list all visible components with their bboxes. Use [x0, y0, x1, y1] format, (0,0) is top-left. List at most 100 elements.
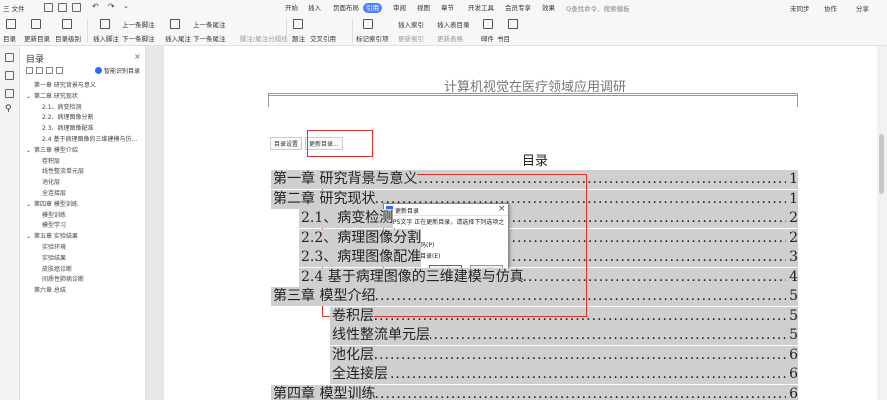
tab-developer[interactable]: 开发工具 — [465, 3, 497, 13]
close-icon[interactable]: × — [134, 52, 141, 61]
nav-item-label: 模型学习 — [42, 222, 67, 230]
prev-endnote-button[interactable]: 上一条尾注 — [193, 21, 226, 29]
update-table-button[interactable]: 更新表格 — [437, 35, 463, 43]
menu-bar: 三 文件 ↶ ↷ ⌄ 开始 插入 页面布局 引用 审阅 视图 章节 开发工具 会… — [0, 0, 887, 16]
preview-icon[interactable] — [72, 3, 81, 12]
expand-all-icon[interactable] — [26, 67, 33, 74]
add-heading-icon[interactable] — [46, 67, 53, 74]
bibliography-button[interactable]: 书目 — [497, 35, 510, 43]
sync-status[interactable]: 未同步 — [790, 3, 810, 13]
chevron-down-icon[interactable]: ⌄ — [26, 147, 31, 155]
toc-button[interactable]: 目录 — [3, 35, 16, 43]
close-icon[interactable]: × — [498, 204, 506, 214]
nav-item[interactable]: ⌄ 第三章 模型介绍 — [26, 147, 78, 155]
nav-item[interactable]: 池化层 — [42, 179, 60, 187]
tab-references[interactable]: 引用 — [363, 3, 382, 13]
file-menu[interactable]: 三 文件 — [3, 3, 25, 13]
ribbon-separator — [87, 19, 88, 43]
tab-page-layout[interactable]: 页面布局 — [330, 3, 362, 13]
toc-entry[interactable]: ........................................… — [271, 384, 798, 400]
toc-icon — [6, 19, 16, 29]
collaborate-button[interactable]: 协作 — [824, 3, 837, 13]
dialog-titlebar: 更新目录 × — [384, 204, 508, 216]
bookmark-icon[interactable] — [5, 89, 14, 98]
nav-item[interactable]: 2.2、病理图像分割 — [42, 114, 94, 122]
mark-index-button[interactable]: 标记索引项 — [356, 35, 389, 43]
nav-item[interactable]: 2.4 基于病理图像的三维建模与仿… — [42, 136, 137, 144]
prev-footnote-button[interactable]: 上一条脚注 — [122, 21, 155, 29]
share-button[interactable]: 分享 — [856, 3, 869, 13]
tab-sections[interactable]: 章节 — [438, 3, 457, 13]
toc-level-button[interactable]: 目录级别 — [55, 35, 81, 43]
customize-qat-icon[interactable]: ⌄ — [123, 2, 129, 10]
chevron-down-icon[interactable]: ⌄ — [26, 93, 31, 101]
nav-item[interactable]: ⌄ 第二章 研究现状 — [26, 93, 78, 101]
remove-heading-icon[interactable] — [56, 67, 63, 74]
chapter-nav-icon[interactable] — [5, 71, 14, 80]
nav-item[interactable]: 间质性肺病诊断 — [42, 276, 84, 284]
next-endnote-button[interactable]: 下一条尾注 — [193, 35, 226, 43]
mail-button[interactable]: 邮件 — [481, 35, 494, 43]
insert-footnote-button[interactable]: 插入脚注 — [93, 35, 119, 43]
nav-pane-title: 目录 — [26, 55, 45, 65]
nav-item[interactable]: ⌄ 第五章 实验结果 — [26, 233, 78, 241]
update-toc-ribbon-button[interactable]: 更新目录 — [24, 35, 50, 43]
toc-entry[interactable]: ........................................… — [330, 345, 798, 365]
toc-entry-text: 第二章 研究现状 — [271, 189, 376, 209]
nav-item[interactable]: 2.1、病变检测 — [42, 104, 82, 112]
undo-icon[interactable]: ↶ — [92, 2, 99, 11]
nav-item[interactable]: 实验结果 — [42, 255, 66, 263]
toc-settings-button[interactable]: 目录设置 — [270, 137, 303, 150]
tab-effects[interactable]: 效果 — [539, 3, 558, 13]
nav-item[interactable]: 模型训练 — [42, 212, 66, 220]
print-icon[interactable] — [58, 3, 67, 12]
nav-item[interactable]: ⌄ 第四章 模型训练 — [26, 201, 78, 209]
tab-insert[interactable]: 插入 — [305, 3, 324, 13]
vertical-scrollbar[interactable] — [877, 46, 887, 400]
save-icon[interactable] — [44, 3, 53, 12]
tab-member[interactable]: 会员专享 — [502, 3, 534, 13]
tab-review[interactable]: 审阅 — [390, 3, 409, 13]
cross-reference-button[interactable]: 交叉引用 — [310, 35, 336, 43]
toc-entry-text: 卷积层 — [330, 306, 374, 326]
ribbon-separator — [286, 19, 287, 43]
tab-home[interactable]: 开始 — [282, 3, 301, 13]
toc-entry-text: 第四章 模型训练 — [271, 384, 376, 400]
nav-item[interactable]: 2.3、病理图像配准 — [42, 125, 94, 133]
collapse-all-icon[interactable] — [36, 67, 43, 74]
footnote-separator-button[interactable]: 脚注/尾注分隔线 — [240, 35, 288, 43]
nav-item[interactable]: 模型学习 — [42, 222, 66, 230]
update-index-button[interactable]: 更新索引 — [398, 35, 424, 43]
scroll-thumb[interactable] — [879, 134, 884, 194]
nav-item-label: 池化层 — [42, 179, 61, 187]
nav-item[interactable]: 实验环境 — [42, 244, 66, 252]
insert-index-button[interactable]: 插入索引 — [398, 21, 424, 29]
chevron-down-icon[interactable]: ⌄ — [26, 201, 31, 209]
tab-view[interactable]: 视图 — [414, 3, 433, 13]
nav-item-label: 2.2、病理图像分割 — [42, 114, 94, 122]
next-footnote-button[interactable]: 下一条脚注 — [122, 35, 155, 43]
command-search[interactable]: Q查找命令、搜索模板 — [566, 3, 630, 13]
nav-item[interactable]: 第六章 总结 — [34, 287, 66, 295]
nav-item[interactable]: 全连接层 — [42, 190, 66, 198]
toc-entry[interactable]: ........................................… — [330, 326, 798, 345]
nav-item[interactable]: 皮肤癌诊断 — [42, 266, 72, 274]
caption-button[interactable]: 题注 — [292, 35, 305, 43]
smart-identify-toc-button[interactable]: 智能识别目录 — [95, 66, 140, 75]
nav-item-label: 皮肤癌诊断 — [42, 265, 73, 273]
insert-endnote-button[interactable]: 插入尾注 — [165, 35, 191, 43]
toc-page-number: 2 — [786, 209, 798, 228]
nav-item[interactable]: 线性整流单元层 — [42, 168, 84, 176]
nav-item[interactable]: 卷积层 — [42, 158, 60, 166]
toc-pane-icon[interactable] — [5, 53, 14, 62]
toc-entry[interactable]: ........................................… — [330, 365, 798, 384]
toc-page-number: 5 — [786, 306, 798, 326]
toc-entry-text: 2.1、病变检测 — [299, 209, 394, 228]
toc-page-number: 6 — [786, 384, 798, 400]
redo-icon[interactable]: ↷ — [108, 2, 115, 11]
insert-table-of-figures-button[interactable]: 插入表目录 — [437, 21, 470, 29]
search-icon[interactable]: ⚲ — [5, 104, 12, 114]
nav-item[interactable]: 第一章 研究背景与意义 — [34, 82, 96, 90]
toc-entry-text: 2.4 基于病理图像的三维建模与仿真 — [299, 267, 524, 287]
chevron-down-icon[interactable]: ⌄ — [26, 233, 31, 241]
